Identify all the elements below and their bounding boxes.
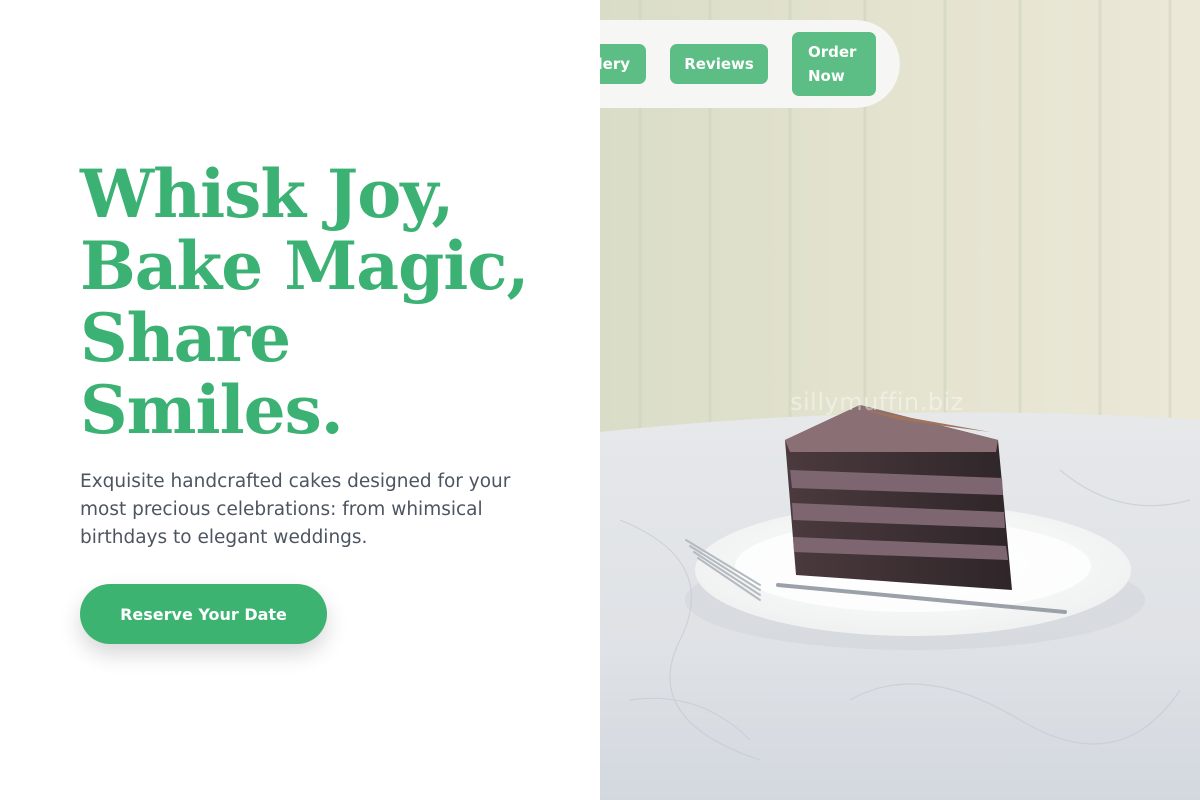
nav-gallery-link[interactable]: Gallery	[600, 44, 646, 84]
headline-line: Bake Magic,	[80, 227, 529, 305]
headline-line: Whisk Joy,	[80, 155, 454, 233]
top-nav: Gallery Reviews Order Now	[600, 20, 900, 108]
headline-line: Share	[80, 299, 291, 377]
headline-line: Smiles.	[80, 371, 344, 449]
watermark-text: sillymuffin.biz	[790, 388, 964, 416]
reserve-date-button[interactable]: Reserve Your Date	[80, 584, 327, 644]
hero-section: Whisk Joy, Bake Magic, Share Smiles. Exq…	[0, 0, 600, 800]
nav-order-now-link[interactable]: Order Now	[792, 32, 876, 96]
hero-subtitle: Exquisite handcrafted cakes designed for…	[80, 471, 511, 548]
hero-headline: Whisk Joy, Bake Magic, Share Smiles.	[80, 158, 580, 446]
nav-reviews-link[interactable]: Reviews	[670, 44, 768, 84]
